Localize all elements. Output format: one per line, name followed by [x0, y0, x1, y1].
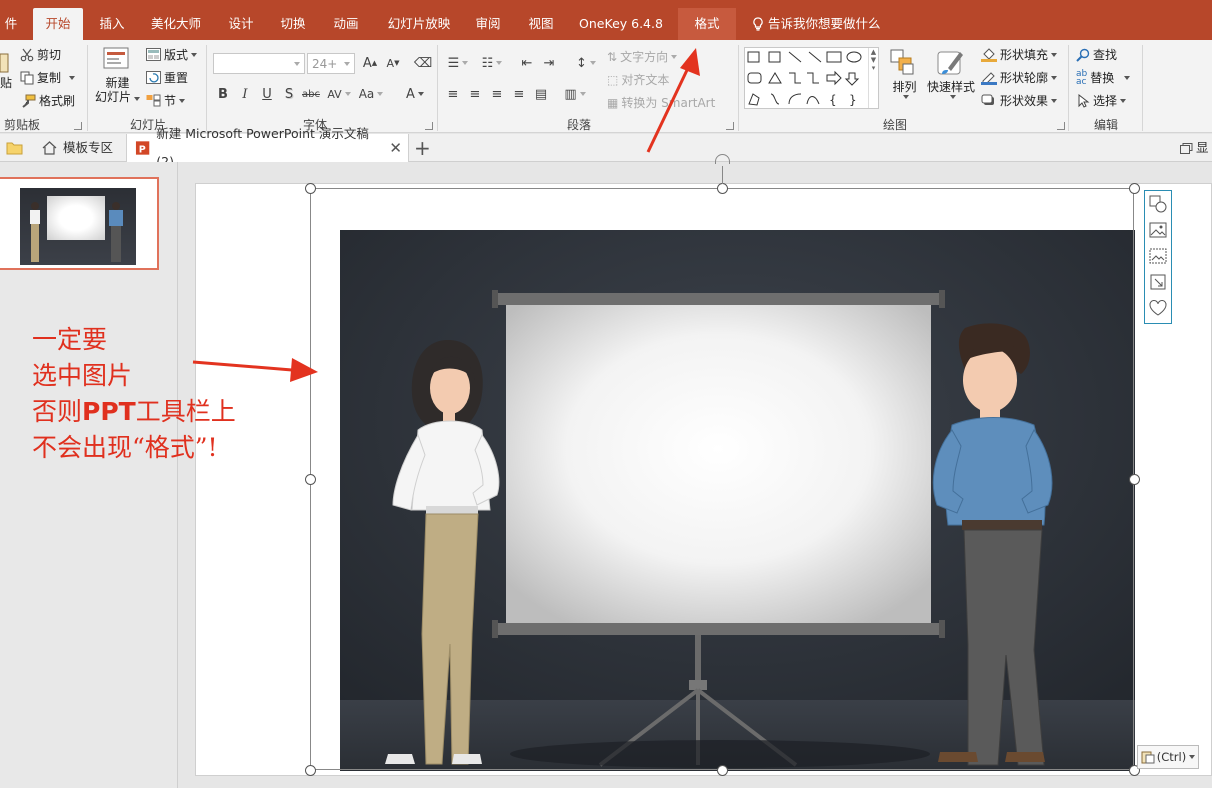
arrow-head-up-icon: [680, 48, 700, 76]
arrow-head-right-icon: [290, 358, 318, 382]
annotation-arrows: [192, 48, 700, 382]
paste-options-button[interactable]: (Ctrl): [1137, 745, 1199, 769]
clipboard-icon: [1141, 751, 1155, 764]
paste-options-label: (Ctrl): [1156, 750, 1187, 764]
